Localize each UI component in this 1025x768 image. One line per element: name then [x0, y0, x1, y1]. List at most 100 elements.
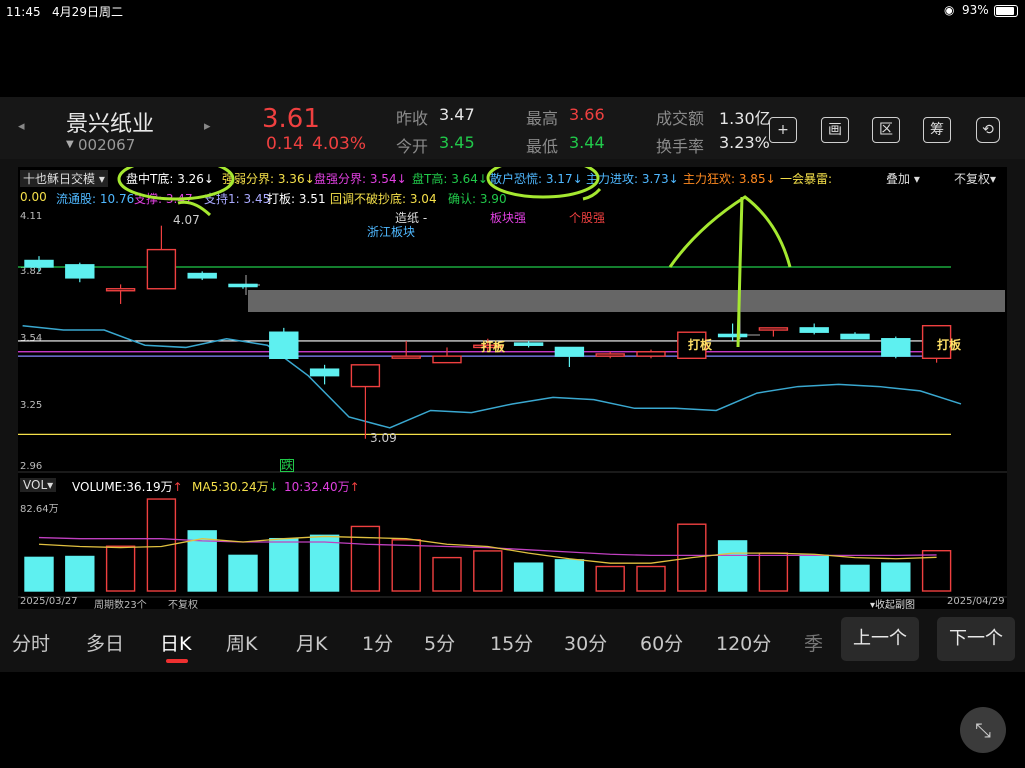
collapse-subchart-button[interactable]: ▾收起副图 [870, 596, 915, 611]
open-value: 3.45 [439, 133, 475, 152]
add-watchlist-button[interactable]: + [769, 117, 797, 143]
high-label: 最高 [526, 109, 559, 128]
battery-icon [994, 5, 1018, 17]
chevron-down-icon[interactable]: ▼ [66, 139, 74, 150]
prev-close-label: 昨收 [396, 109, 429, 128]
volume-bar [513, 562, 544, 592]
volume-bar [881, 562, 911, 592]
candle [595, 351, 625, 359]
candle [840, 332, 870, 340]
hand-arrow-annotation [736, 196, 744, 348]
status-bar: 11:45 4月29日周二 ◉ 93% [0, 0, 1025, 22]
daban-marker: 打板 [688, 338, 713, 352]
prev-stock-button[interactable]: 上一个 [841, 617, 919, 661]
candle [65, 262, 95, 283]
volume-bar [24, 556, 54, 592]
tab-30min[interactable]: 30分 [564, 629, 607, 656]
volume-header: VOL▾ VOLUME:36.19万↑ MA5:30.24万↓ 10:32.40… [18, 478, 1007, 494]
draw-button[interactable]: 画 [821, 117, 849, 143]
low-value: 3.44 [569, 133, 605, 152]
volume-bar [65, 555, 95, 592]
candle [799, 323, 829, 335]
volume-bar [636, 565, 666, 592]
ma5-value: MA5:30.24万↓ [192, 480, 279, 494]
next-stock-button[interactable]: 下一个 [937, 617, 1015, 661]
hand-arrow-annotation [668, 195, 792, 268]
turnover-rate-label: 换手率 [656, 137, 705, 156]
period-count: 周期数23个 [94, 600, 147, 611]
collapse-icon[interactable]: ⤡ [960, 707, 1006, 753]
volume-bar [554, 559, 585, 592]
candle [881, 336, 911, 359]
candle [432, 347, 462, 364]
tab-60min[interactable]: 60分 [640, 629, 683, 656]
tab-timeshare[interactable]: 分时 [12, 629, 50, 656]
active-tab-indicator [166, 659, 188, 663]
candle [554, 346, 585, 367]
candle [228, 283, 258, 289]
tab-weekly-k[interactable]: 周K [226, 629, 257, 656]
candle [717, 323, 748, 341]
tab-120min[interactable]: 120分 [716, 629, 771, 656]
candle [24, 256, 54, 272]
kline-svg [18, 167, 1007, 598]
current-price: 3.61 [262, 104, 320, 134]
next-stock-icon[interactable]: ▸ [204, 119, 211, 134]
volume-selector[interactable]: VOL▾ [20, 478, 57, 492]
turnover-rate-value: 3.23% [719, 133, 770, 152]
volume-bar [309, 534, 340, 592]
tab-daily-k[interactable]: 日K [160, 629, 191, 656]
volume-value: VOLUME:36.19万↑ [72, 480, 183, 494]
tab-15min[interactable]: 15分 [490, 629, 533, 656]
sector-label: 浙江板块 [367, 225, 416, 239]
tab-multiday[interactable]: 多日 [86, 629, 124, 656]
volume-bar [391, 539, 421, 592]
prev-stock-icon[interactable]: ◂ [18, 119, 25, 134]
daban-marker: 打板 [481, 340, 506, 354]
tab-5min[interactable]: 5分 [424, 629, 455, 656]
stock-name[interactable]: 景兴纸业 [66, 106, 154, 138]
candle [350, 364, 381, 439]
kline-chart-area[interactable]: 十也稣日交模 ▾ 盘中T底: 3.26↓ 强弱分界: 3.36↓ 盘强分界: 3.5… [18, 167, 1007, 611]
stock-header: ◂ 景兴纸业 ▸ ▼ 002067 3.61 0.14 4.03% 昨收 3.4… [0, 97, 1025, 159]
prev-close-value: 3.47 [439, 105, 475, 124]
candle [391, 340, 421, 359]
open-label: 今开 [396, 137, 429, 156]
candle [513, 340, 544, 348]
volume-bar [105, 545, 136, 592]
volume-bar [840, 564, 870, 592]
break-marker: 跌 [280, 458, 295, 472]
candle [146, 225, 177, 290]
tab-monthly-k[interactable]: 月K [296, 629, 327, 656]
stock-app: ◂ 景兴纸业 ▸ ▼ 002067 3.61 0.14 4.03% 昨收 3.4… [0, 97, 1025, 672]
hand-circle-annotation [117, 167, 235, 201]
wifi-icon: ◉ [944, 3, 955, 17]
daban-marker: 打板 [937, 338, 962, 352]
chip-button[interactable]: 筹 [923, 117, 951, 143]
volume-bar [799, 554, 829, 592]
hand-circle-annotation [486, 167, 600, 199]
volume-bar [228, 554, 258, 592]
candle [758, 327, 789, 337]
volume-bar [595, 565, 625, 592]
end-date: 2025/04/29 [947, 596, 1005, 607]
tab-quarter[interactable]: 季 [804, 629, 823, 656]
low-label: 最低 [526, 137, 559, 156]
stock-strong-label: 个股强 [569, 211, 606, 225]
volume-bar [350, 525, 381, 592]
volume-bar [717, 540, 748, 592]
candle [187, 271, 217, 281]
period-tabs: 分时 多日 日K 周K 月K 1分 5分 15分 30分 60分 120分 季 … [0, 617, 1025, 667]
low-label: 3.09 [370, 431, 397, 445]
status-time: 11:45 4月29日周二 [6, 5, 123, 19]
tab-1min[interactable]: 1分 [362, 629, 393, 656]
ma10-value: 10:32.40万↑ [284, 480, 360, 494]
board-strong-label: 板块强 [490, 211, 527, 225]
price-change: 0.14 [266, 134, 304, 154]
rotate-screen-icon[interactable]: ⟲ [976, 117, 1000, 143]
section-button[interactable]: 区 [872, 117, 900, 143]
volume-bar [269, 537, 299, 592]
adjust-label: 不复权 [168, 600, 198, 611]
start-date: 2025/03/27 [20, 596, 78, 607]
peak-label: 4.07 [173, 213, 200, 227]
